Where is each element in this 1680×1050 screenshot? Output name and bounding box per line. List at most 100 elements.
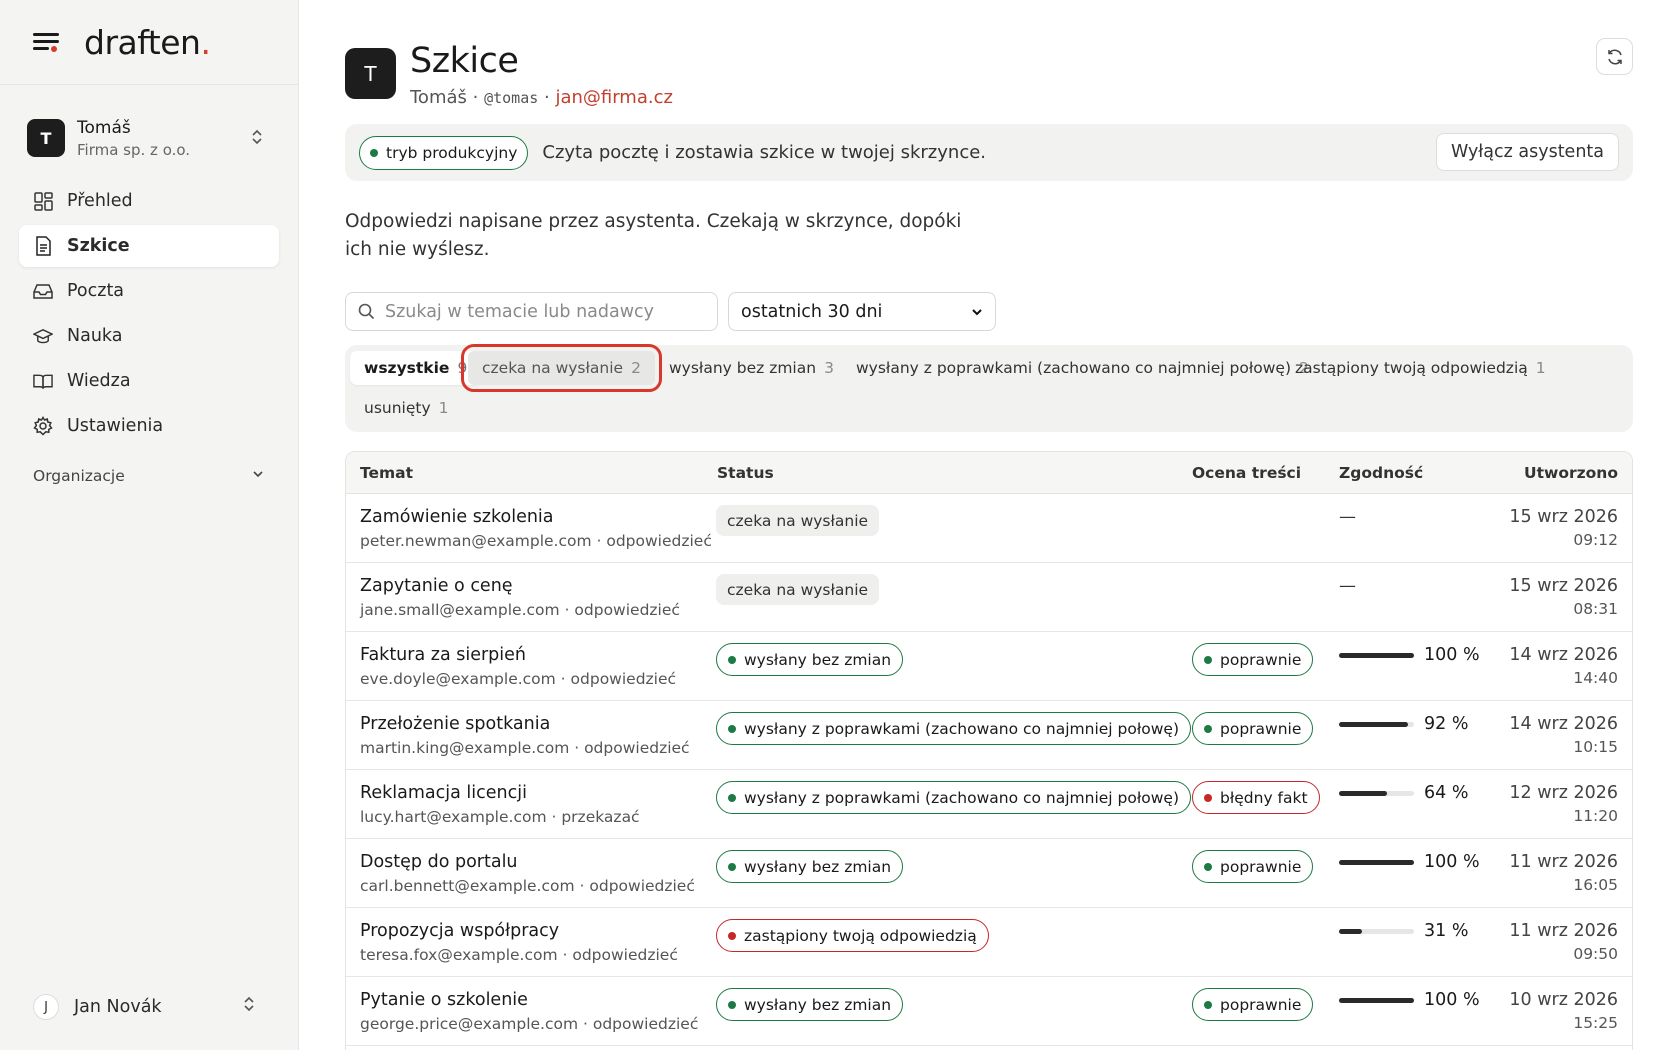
created-date: 15 wrz 2026 — [1509, 576, 1618, 596]
table-row[interactable]: Dostęp do portalu carl.bennett@example.c… — [346, 839, 1632, 908]
search-input[interactable] — [385, 301, 705, 322]
created-time: 15:25 — [1573, 1014, 1618, 1032]
row-agreement: 92 % — [1339, 714, 1468, 734]
created-date: 14 wrz 2026 — [1509, 645, 1618, 665]
filter-tab-sent-edited[interactable]: wysłany z poprawkami (zachowano co najmn… — [842, 351, 1323, 385]
table-row[interactable]: Reklamacja licencji lucy.hart@example.co… — [346, 770, 1632, 839]
row-subject[interactable]: Dostęp do portalu — [360, 852, 518, 872]
table-row[interactable]: Pytanie o szkolenie george.price@example… — [346, 977, 1632, 1046]
row-sender: lucy.hart@example.com · przekazać — [360, 808, 640, 826]
owner-handle: @tomas — [484, 88, 539, 107]
agreement-percent: 100 % — [1424, 645, 1480, 665]
refresh-button[interactable] — [1596, 38, 1633, 75]
filter-tab-replaced[interactable]: zastąpiony twoją odpowiedzią 1 — [1281, 351, 1560, 385]
agreement-percent: 92 % — [1424, 714, 1469, 734]
refresh-icon — [1607, 49, 1622, 64]
organizations-toggle[interactable]: Organizacje — [33, 467, 265, 485]
row-created: 14 wrz 2026 14:40 — [1509, 645, 1618, 687]
table-header: Temat Status Ocena treści Zgodność Utwor… — [346, 452, 1632, 494]
agreement-percent: 64 % — [1424, 783, 1469, 803]
page-header: T Szkice Tomáš · @tomas · jan@firma.cz — [345, 42, 673, 108]
status-badge: wysłany z poprawkami (zachowano co najmn… — [716, 781, 1192, 814]
chevron-updown-icon — [251, 128, 263, 147]
created-time: 09:12 — [1573, 531, 1618, 549]
row-quality: poprawnie — [1192, 988, 1314, 1021]
agreement-bar — [1339, 790, 1414, 796]
status-badge: czeka na wysłanie — [716, 505, 880, 536]
row-agreement: 31 % — [1339, 921, 1468, 941]
filter-tab-deleted[interactable]: usunięty 1 — [350, 391, 463, 425]
nav-label: Ustawienia — [67, 416, 164, 436]
row-status: wysłany bez zmian — [716, 850, 904, 883]
created-date: 15 wrz 2026 — [1509, 507, 1618, 527]
nav-item-knowledge[interactable]: Wiedza — [19, 360, 279, 402]
nav-item-drafts[interactable]: Szkice — [19, 225, 279, 267]
column-subject[interactable]: Temat — [360, 464, 413, 482]
nav-label: Wiedza — [67, 371, 131, 391]
agreement-bar — [1339, 652, 1414, 658]
row-agreement: 100 % — [1339, 645, 1480, 665]
disable-assistant-button[interactable]: Wyłącz asystenta — [1435, 133, 1619, 171]
user-menu[interactable]: J Jan Novák — [33, 992, 265, 1022]
table-row[interactable]: Zapytanie o cenę jane.small@example.com … — [346, 563, 1632, 632]
period-select[interactable]: ostatnich 30 dni — [728, 292, 996, 331]
row-sender: eve.doyle@example.com · odpowiedzieć — [360, 670, 677, 688]
row-subject[interactable]: Faktura za sierpień — [360, 645, 526, 665]
agreement-bar — [1339, 721, 1414, 727]
owner-name: Tomáš — [410, 86, 467, 108]
row-subject[interactable]: Zapytanie o cenę — [360, 576, 513, 596]
row-created: 11 wrz 2026 16:05 — [1509, 852, 1618, 894]
created-time: 14:40 — [1573, 669, 1618, 687]
row-status: zastąpiony twoją odpowiedzią — [716, 919, 989, 952]
row-quality: poprawnie — [1192, 712, 1314, 745]
created-time: 11:20 — [1573, 807, 1618, 825]
row-agreement: — — [1339, 507, 1356, 527]
agreement-bar — [1339, 997, 1414, 1003]
filter-tab-all[interactable]: wszystkie 9 — [350, 351, 482, 385]
agreement-percent: 31 % — [1424, 921, 1469, 941]
row-sender: george.price@example.com · odpowiedzieć — [360, 1015, 699, 1033]
page-subtitle: Tomáš · @tomas · jan@firma.cz — [410, 86, 673, 108]
created-date: 10 wrz 2026 — [1509, 990, 1618, 1010]
row-status: wysłany bez zmian — [716, 988, 904, 1021]
row-subject[interactable]: Pytanie o szkolenie — [360, 990, 528, 1010]
column-status[interactable]: Status — [717, 464, 774, 482]
nav-item-mail[interactable]: Poczta — [19, 270, 279, 312]
filter-tab-sent-unchanged[interactable]: wysłany bez zmian 3 — [655, 351, 848, 385]
row-subject[interactable]: Przełożenie spotkania — [360, 714, 550, 734]
row-agreement: 64 % — [1339, 783, 1468, 803]
book-icon — [33, 371, 53, 391]
agreement-empty: — — [1339, 507, 1356, 527]
column-quality[interactable]: Ocena treści — [1192, 464, 1301, 482]
column-agreement[interactable]: Zgodność — [1339, 464, 1423, 482]
row-sender: jane.small@example.com · odpowiedzieć — [360, 601, 680, 619]
nav-item-overview[interactable]: Přehled — [19, 180, 279, 222]
created-date: 14 wrz 2026 — [1509, 714, 1618, 734]
table-row[interactable]: Faktura za sierpień eve.doyle@example.co… — [346, 632, 1632, 701]
quality-badge: poprawnie — [1192, 712, 1314, 745]
column-created[interactable]: Utworzono — [1524, 464, 1618, 482]
nav-item-settings[interactable]: Ustawienia — [19, 405, 279, 447]
agreement-bar — [1339, 859, 1414, 865]
org-switcher[interactable]: T Tomáš Firma sp. z o.o. — [19, 110, 279, 166]
table-row[interactable]: Przełożenie spotkania martin.king@exampl… — [346, 701, 1632, 770]
quality-badge: poprawnie — [1192, 643, 1314, 676]
row-subject[interactable]: Zamówienie szkolenia — [360, 507, 554, 527]
menu-icon[interactable] — [33, 32, 59, 52]
nav-item-learning[interactable]: Nauka — [19, 315, 279, 357]
row-status: wysłany z poprawkami (zachowano co najmn… — [716, 712, 1192, 745]
status-badge: wysłany bez zmian — [716, 643, 904, 676]
row-created: 15 wrz 2026 09:12 — [1509, 507, 1618, 549]
filter-tab-pending[interactable]: czeka na wysłanie 2 — [461, 344, 662, 392]
chevron-down-icon — [972, 308, 982, 315]
row-subject[interactable]: Reklamacja licencji — [360, 783, 527, 803]
avatar: J — [33, 994, 59, 1020]
row-created: 14 wrz 2026 10:15 — [1509, 714, 1618, 756]
status-badge: zastąpiony twoją odpowiedzią — [716, 919, 989, 952]
search-field[interactable] — [345, 292, 718, 331]
row-subject[interactable]: Propozycja współpracy — [360, 921, 559, 941]
table-row[interactable]: Zamówienie szkolenia peter.newman@exampl… — [346, 494, 1632, 563]
chevron-updown-icon — [243, 995, 255, 1014]
owner-email-link[interactable]: jan@firma.cz — [555, 87, 673, 108]
table-row[interactable]: Propozycja współpracy teresa.fox@example… — [346, 908, 1632, 977]
